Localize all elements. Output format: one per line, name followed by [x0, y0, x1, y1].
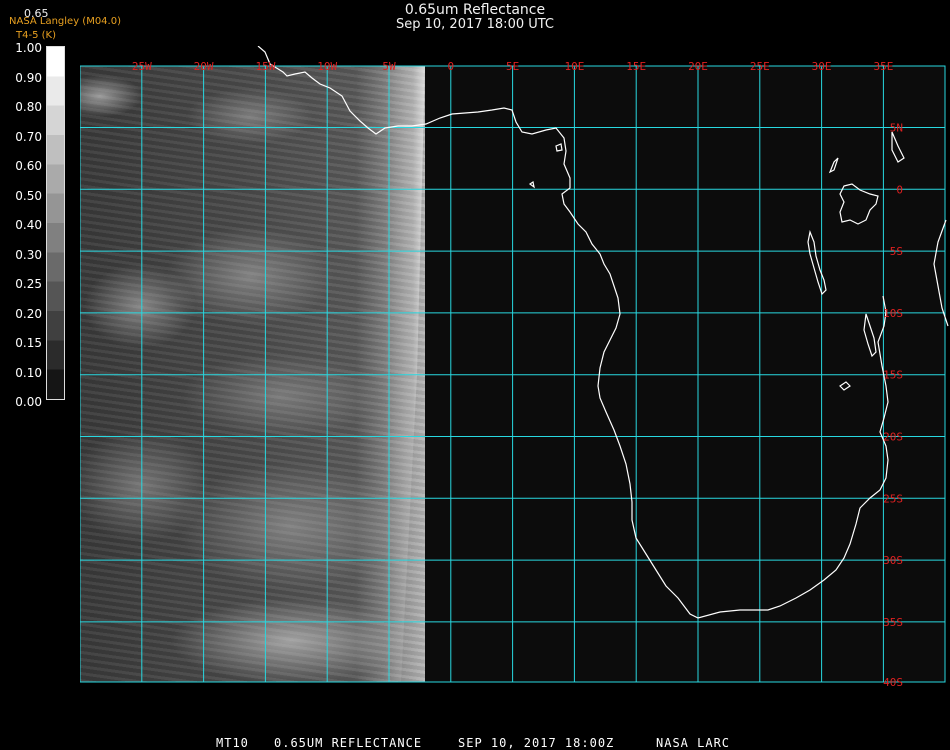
latitude-label: 5N [890, 122, 903, 135]
lake-malawi [863, 313, 877, 358]
latitude-label: 15S [883, 369, 903, 382]
longitude-label: 25E [750, 60, 770, 73]
legend-tick-label: 0.20 [15, 306, 42, 321]
legend-tick-label: 0.25 [15, 277, 42, 291]
lat-lon-grid [80, 65, 946, 683]
longitude-label: 10E [564, 60, 584, 73]
latitude-label: 5S [890, 245, 903, 258]
footer-date: SEP 10, 2017 18:00Z [458, 736, 615, 750]
west-africa-coast [257, 46, 889, 619]
longitude-label: 0 [447, 60, 454, 73]
east-africa-coast [891, 131, 905, 163]
lake-turkana [828, 157, 839, 174]
legend-tick-label: 0.90 [15, 70, 42, 85]
footer-product: MT10 [216, 736, 249, 750]
legend-title: 0.65 [24, 7, 49, 20]
lake-tanganyika [807, 229, 827, 296]
legend-tick-label: 0.40 [15, 218, 42, 232]
latitude-labels: 5N 0 5S 10S 15S 20S 25S 30S 35S 40S [883, 122, 903, 690]
image-title: 0.65um Reflectance [404, 2, 546, 18]
latitude-label: 30S [883, 554, 903, 567]
legend-tick-label: 1.00 [15, 41, 42, 55]
lake-kariba [839, 381, 851, 391]
longitude-label: 15E [626, 60, 646, 73]
latitude-label: 20S [883, 431, 903, 444]
longitude-label: 5W [382, 60, 396, 73]
legend-tick-label: 0.15 [15, 336, 42, 350]
latitude-label: 25S [883, 492, 903, 505]
legend-tick-label: 0.50 [15, 188, 42, 203]
latitude-label: 10S [883, 307, 903, 320]
footer-source: NASA LARC [656, 736, 731, 750]
latitude-label: 0 [896, 183, 903, 196]
legend-tick-label: 0.60 [15, 159, 42, 173]
image-subtitle: Sep 10, 2017 18:00 UTC [395, 17, 555, 32]
longitude-label: 30E [812, 60, 832, 73]
latitude-label: 40S [883, 676, 903, 689]
east-coast-south [933, 219, 949, 327]
legend-tick-label: 0.30 [15, 247, 42, 262]
longitude-label: 5E [506, 60, 519, 73]
legend-tick-label: 0.80 [15, 100, 42, 114]
bioko-island [555, 143, 563, 152]
footer-band: 0.65UM REFLECTANCE [274, 736, 423, 750]
legend-tick-label: 0.70 [15, 129, 42, 144]
longitude-label: 20W [194, 60, 214, 73]
sao-tome-island [528, 181, 535, 189]
coastline [257, 46, 949, 619]
longitude-label: 20E [688, 60, 708, 73]
legend-colorbar [46, 46, 65, 400]
legend-tick-label: 0.10 [15, 365, 42, 380]
map-overlay: 25W 20W 15W 10W 5W 0 5E 10E 15E 20E 25E 30E 35E 5N05… [80, 46, 949, 690]
longitude-label: 15W [255, 60, 275, 73]
footer-bar: MT10 0.65UM REFLECTANCE SEP 10, 2017 18:… [0, 736, 950, 750]
lake-victoria [839, 183, 879, 225]
longitude-label: 10W [317, 60, 337, 73]
legend-tick-label: 0.00 [15, 395, 42, 409]
longitude-label: 35E [873, 60, 893, 73]
latitude-label: 35S [883, 616, 903, 629]
longitude-label: 25W [132, 60, 152, 73]
